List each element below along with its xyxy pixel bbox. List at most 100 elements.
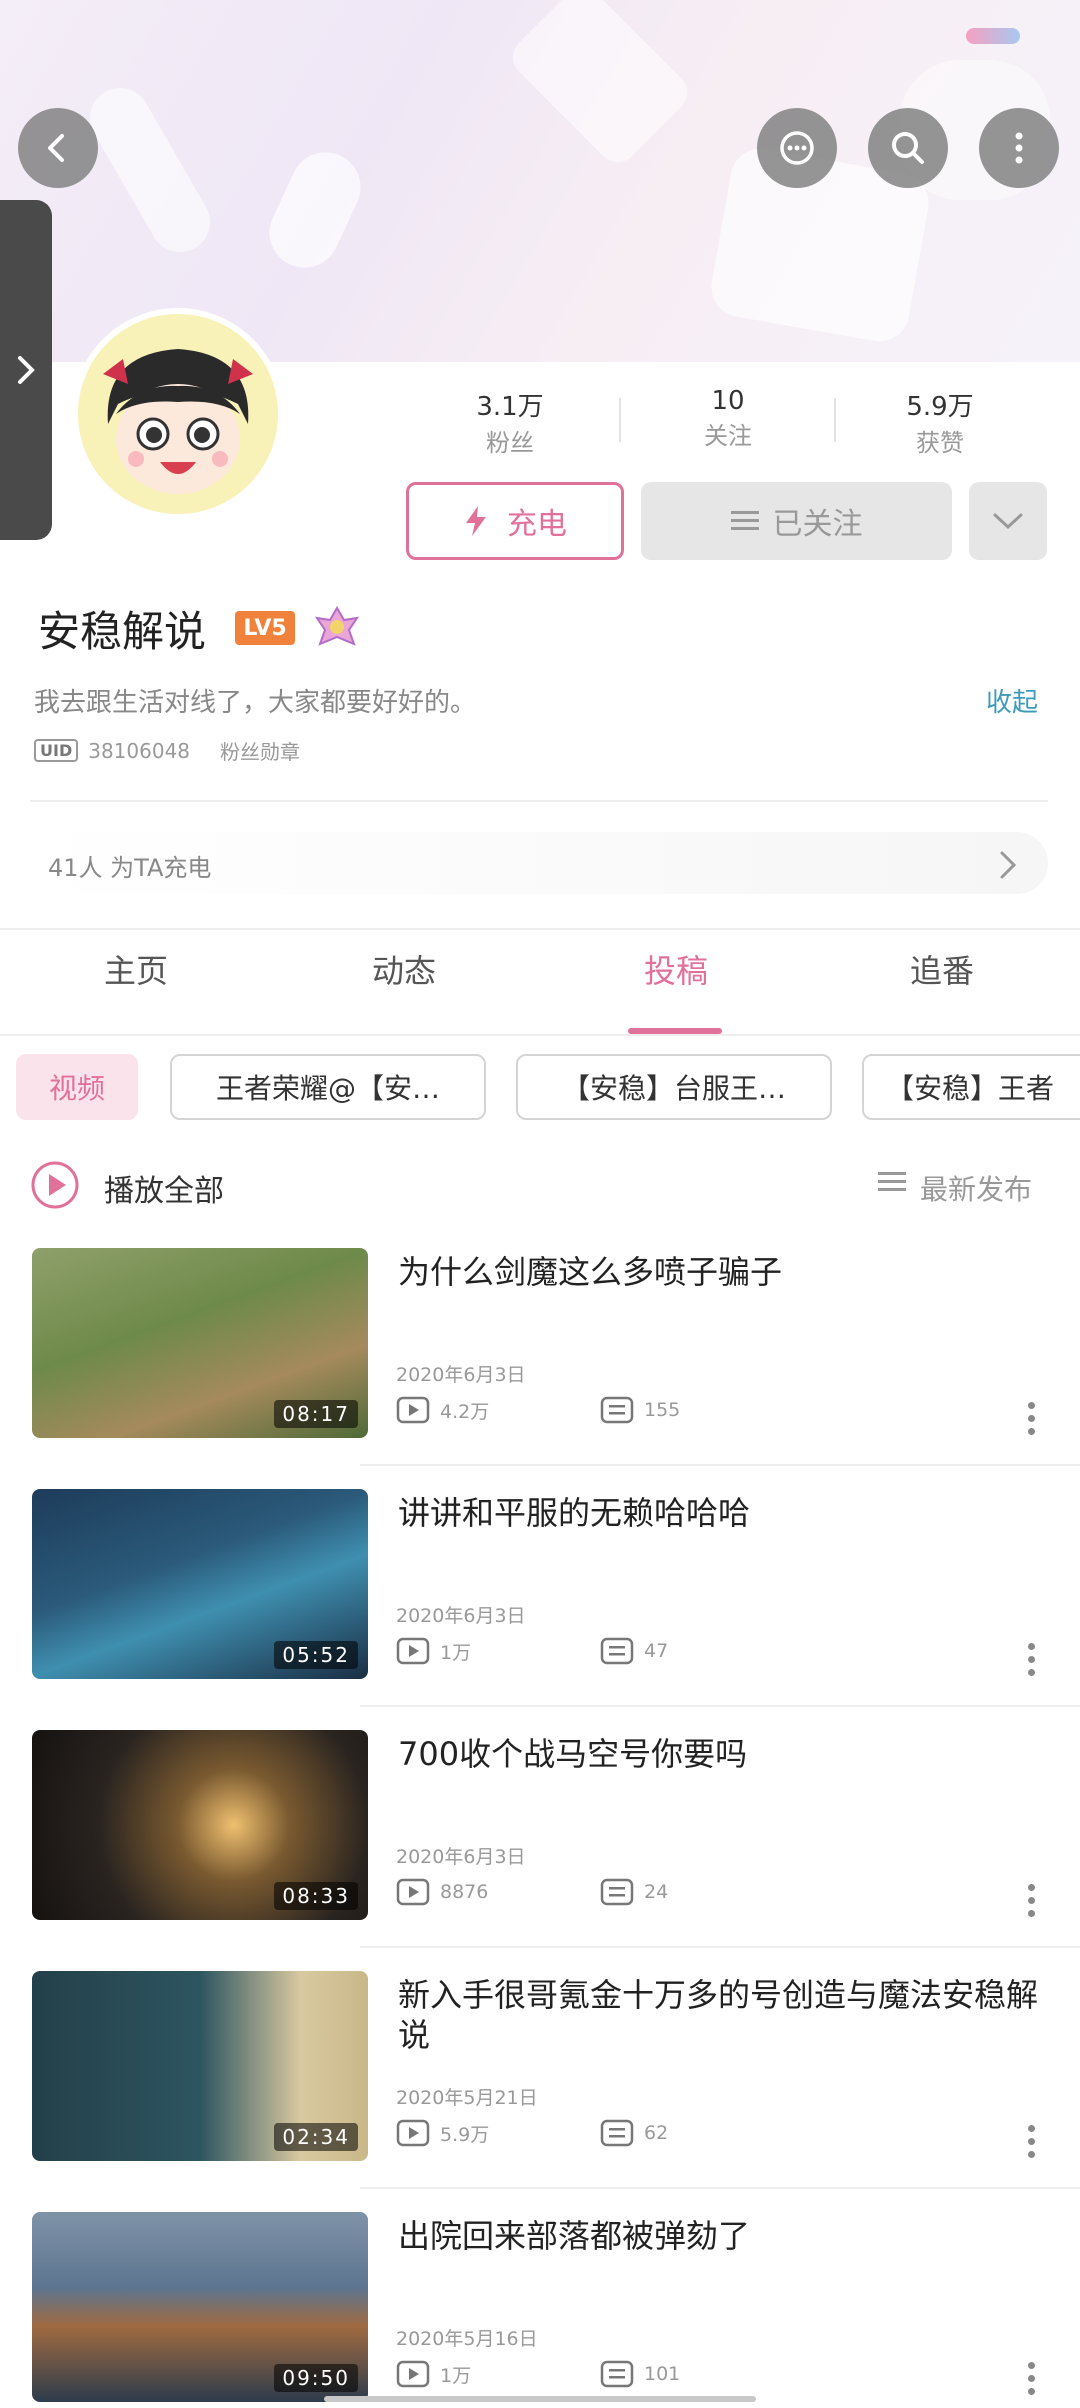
avatar[interactable] — [72, 308, 284, 520]
video-date: 2020年6月3日 — [396, 1846, 526, 1868]
divider — [360, 1464, 1080, 1466]
view-count: 5.9万 — [440, 2123, 490, 2146]
video-title[interactable]: 700收个战马空号你要吗 — [398, 1734, 1038, 1774]
divider — [0, 928, 1080, 930]
divider — [619, 398, 621, 442]
divider — [360, 2187, 1080, 2189]
stat-label: 粉丝 — [486, 429, 534, 457]
chevron-down-icon — [993, 513, 1023, 530]
more-vertical-icon — [1015, 132, 1023, 164]
video-thumbnail[interactable]: 02:34 — [32, 1971, 368, 2161]
play-all-button[interactable] — [30, 1160, 80, 1214]
comment-icon — [600, 1396, 634, 1424]
video-item[interactable]: 08:33 700收个战马空号你要吗 2020年6月3日 8876 24 — [0, 1730, 1080, 1970]
search-icon — [892, 132, 924, 164]
stat-value: 10 — [711, 386, 745, 416]
view-count: 1万 — [440, 2364, 472, 2387]
divider — [360, 1946, 1080, 1948]
uid-value: 38106048 — [88, 738, 191, 763]
stat-value: 3.1万 — [476, 392, 544, 422]
video-item[interactable]: 02:34 新入手很哥氪金十万多的号创造与魔法安稳解说 2020年5月21日 5… — [0, 1971, 1080, 2211]
profile-tabs: 主页 动态 投稿 追番 — [0, 946, 1080, 1036]
video-duration: 09:50 — [274, 2364, 358, 2392]
video-title[interactable]: 讲讲和平服的无赖哈哈哈 — [398, 1493, 1038, 1533]
play-circle-icon — [31, 1161, 79, 1209]
video-title[interactable]: 新入手很哥氪金十万多的号创造与魔法安稳解说 — [398, 1975, 1038, 2055]
chip-collection[interactable]: 【安稳】王者 — [862, 1054, 1080, 1120]
comment-count: 24 — [644, 1881, 669, 1903]
play-count-icon — [396, 2119, 430, 2147]
followed-button[interactable]: 已关注 — [641, 482, 952, 560]
stat-fans[interactable]: 3.1万 粉丝 — [440, 386, 580, 458]
video-thumbnail[interactable]: 09:50 — [32, 2212, 368, 2402]
video-title[interactable]: 出院回来部落都被弹劾了 — [398, 2216, 1038, 2256]
view-count: 4.2万 — [440, 1400, 490, 1423]
comment-icon — [600, 1878, 634, 1906]
play-count-icon — [396, 1878, 430, 1906]
back-button[interactable] — [18, 108, 98, 188]
search-button[interactable] — [868, 108, 948, 188]
video-date: 2020年6月3日 — [396, 1605, 526, 1627]
video-date: 2020年5月21日 — [396, 2087, 538, 2109]
tab-home[interactable]: 主页 — [56, 946, 216, 992]
back-icon — [48, 134, 64, 162]
level-badge: LV5 — [235, 611, 295, 645]
expand-recommend-button[interactable] — [969, 482, 1047, 560]
comment-count: 101 — [644, 2363, 681, 2385]
comment-icon — [600, 2360, 634, 2388]
sort-icon — [878, 1170, 906, 1198]
more-vertical-icon[interactable] — [1026, 1402, 1036, 1442]
sort-selector[interactable]: 最新发布 — [920, 1168, 1032, 1208]
video-item[interactable]: 08:17 为什么剑魔这么多喷子骗子 2020年6月3日 4.2万 155 — [0, 1248, 1080, 1488]
chevron-right-icon — [996, 848, 1020, 886]
video-thumbnail[interactable]: 08:17 — [32, 1248, 368, 1438]
stat-label: 关注 — [704, 422, 752, 450]
followed-button-label: 已关注 — [772, 507, 863, 542]
chevron-right-icon — [18, 356, 35, 384]
view-count: 1万 — [440, 1641, 472, 1664]
side-drawer-handle[interactable] — [0, 200, 52, 540]
video-title[interactable]: 为什么剑魔这么多喷子骗子 — [398, 1252, 1038, 1292]
comment-count: 155 — [644, 1399, 681, 1421]
message-button[interactable] — [757, 108, 837, 188]
chip-collection[interactable]: 王者荣耀@【安… — [170, 1054, 486, 1120]
video-thumbnail[interactable]: 08:33 — [32, 1730, 368, 1920]
tab-bangumi[interactable]: 追番 — [862, 946, 1022, 992]
stat-value: 5.9万 — [906, 392, 974, 422]
stat-likes[interactable]: 5.9万 获赞 — [870, 386, 1010, 458]
charge-button[interactable]: 充电 — [406, 482, 624, 560]
stat-following[interactable]: 10 关注 — [658, 386, 798, 451]
video-meta: 1万 101 — [396, 2360, 680, 2388]
video-meta: 8876 24 — [396, 1878, 668, 1906]
more-vertical-icon[interactable] — [1026, 1643, 1036, 1683]
more-vertical-icon[interactable] — [1026, 2362, 1036, 2402]
home-indicator — [324, 2396, 756, 2402]
fan-badge-link[interactable]: 粉丝勋章 — [220, 736, 300, 765]
video-thumbnail[interactable]: 05:52 — [32, 1489, 368, 1679]
video-date: 2020年6月3日 — [396, 1364, 526, 1386]
more-vertical-icon[interactable] — [1026, 2125, 1036, 2165]
chip-collection[interactable]: 【安稳】台服王… — [516, 1054, 832, 1120]
collapse-link[interactable]: 收起 — [986, 682, 1038, 719]
video-duration: 05:52 — [274, 1641, 358, 1669]
uid-tag: UID — [34, 739, 79, 762]
video-meta: 4.2万 155 — [396, 1396, 680, 1424]
tab-uploads[interactable]: 投稿 — [596, 946, 756, 992]
chip-videos[interactable]: 视频 — [16, 1054, 138, 1120]
stat-label: 获赞 — [916, 429, 964, 457]
play-count-icon — [396, 1396, 430, 1424]
more-button[interactable] — [979, 108, 1059, 188]
medal-icon — [314, 604, 360, 652]
message-icon — [780, 131, 814, 165]
video-item[interactable]: 09:50 出院回来部落都被弹劾了 2020年5月16日 1万 101 — [0, 2212, 1080, 2402]
play-count-icon — [396, 2360, 430, 2388]
video-duration: 02:34 — [274, 2123, 358, 2151]
tab-dynamic[interactable]: 动态 — [324, 946, 484, 992]
play-count-icon — [396, 1637, 430, 1665]
divider — [0, 1034, 1080, 1036]
video-meta: 5.9万 62 — [396, 2119, 668, 2147]
video-item[interactable]: 05:52 讲讲和平服的无赖哈哈哈 2020年6月3日 1万 47 — [0, 1489, 1080, 1729]
play-all-label[interactable]: 播放全部 — [104, 1166, 224, 1210]
more-vertical-icon[interactable] — [1026, 1884, 1036, 1924]
video-duration: 08:17 — [274, 1400, 358, 1428]
